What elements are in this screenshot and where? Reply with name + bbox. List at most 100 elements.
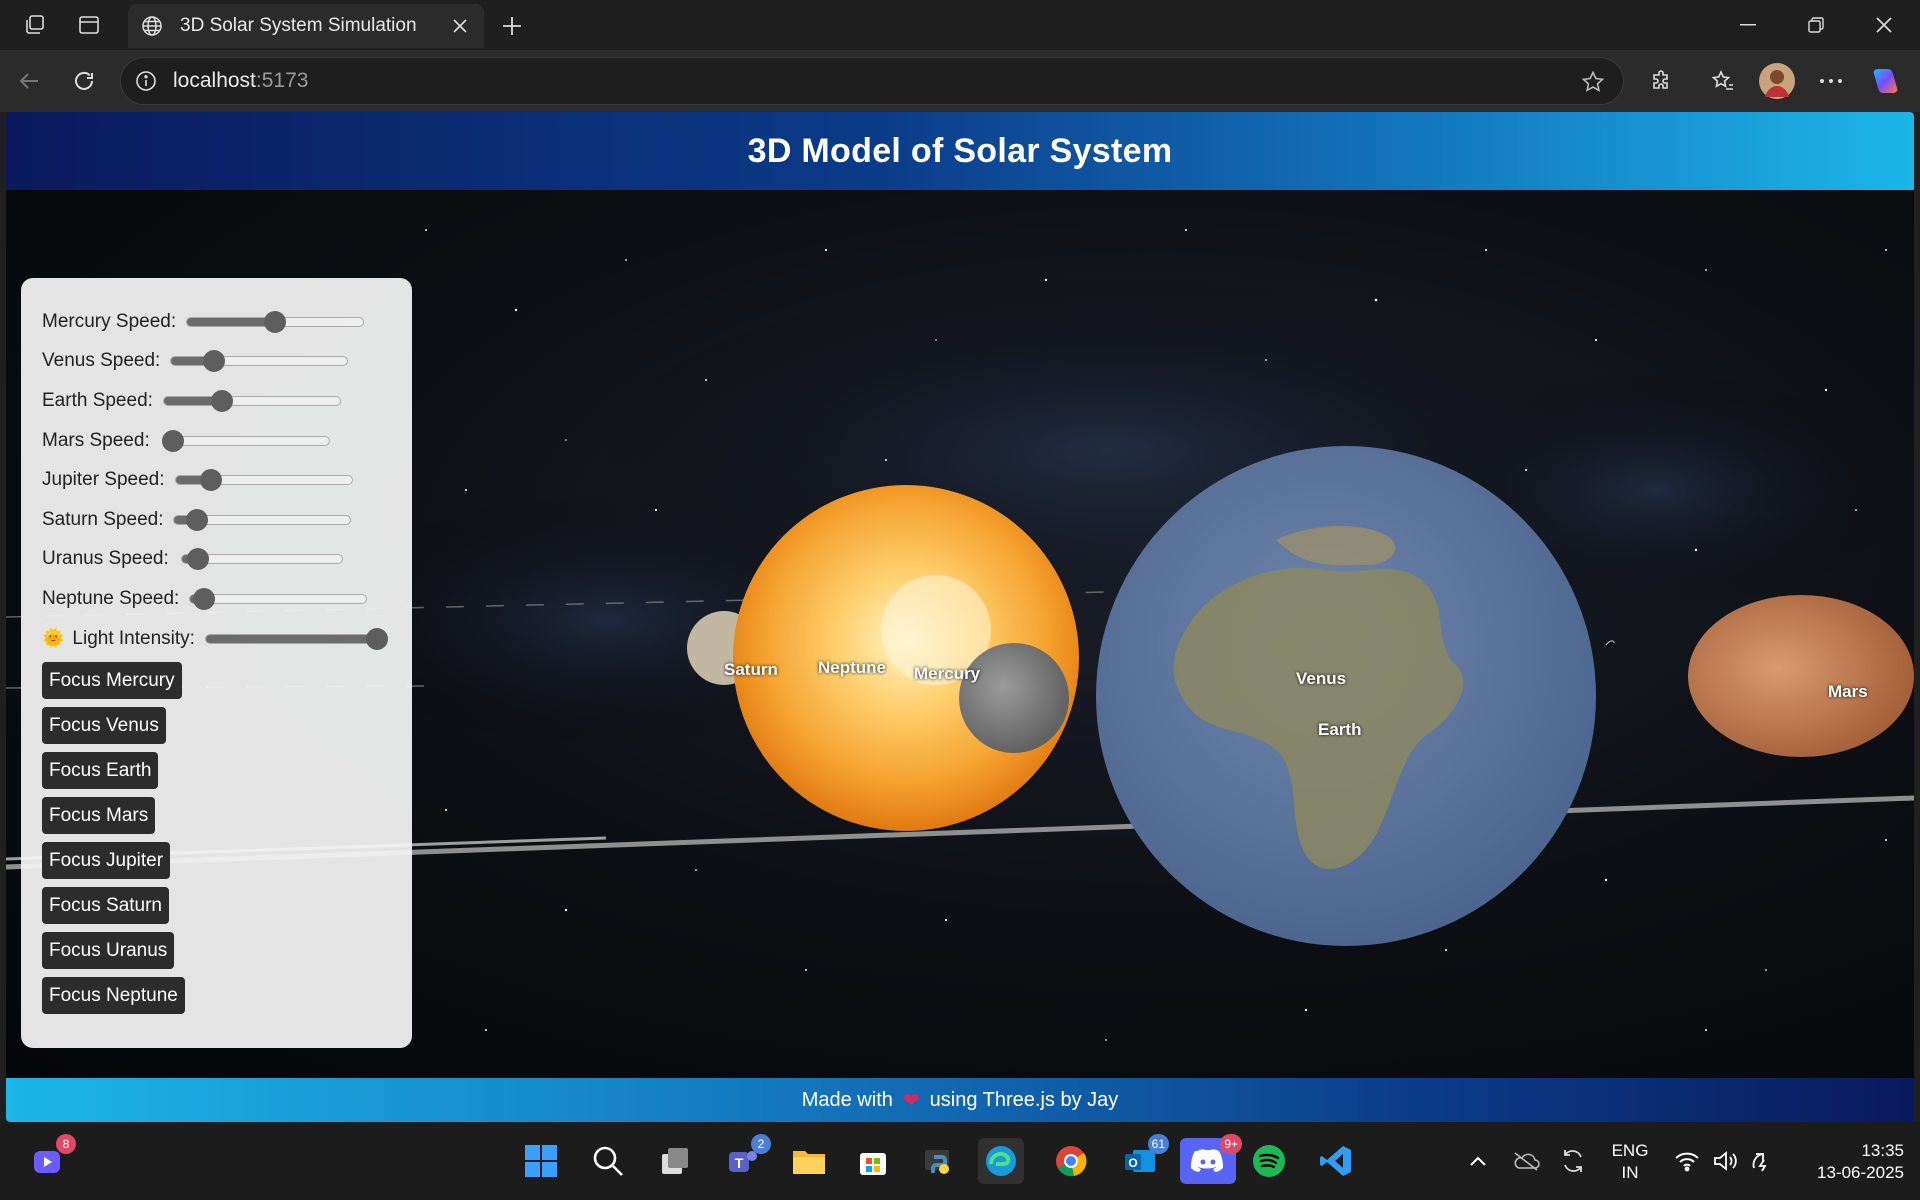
vertical-tabs-icon[interactable]: [74, 10, 104, 40]
browser-tab-bar: 3D Solar System Simulation: [0, 0, 1920, 50]
copilot-icon[interactable]: [1868, 64, 1902, 98]
language-indicator[interactable]: ENG IN: [1608, 1140, 1652, 1184]
task-view-icon[interactable]: [652, 1138, 698, 1184]
focus-neptune-button[interactable]: Focus Neptune: [42, 977, 185, 1015]
slider-track[interactable]: [189, 587, 368, 610]
sync-icon[interactable]: [1550, 1138, 1596, 1184]
slider-label: Neptune Speed:: [42, 587, 180, 609]
profile-avatar[interactable]: [1758, 62, 1796, 100]
slider-thumb[interactable]: [186, 508, 209, 531]
speed-slider-row: 🌞 Light Intensity:: [42, 619, 412, 659]
more-options-icon[interactable]: [1814, 64, 1848, 98]
speed-slider-row: Mercury Speed:: [42, 302, 412, 342]
label-saturn: Saturn: [724, 660, 778, 679]
slider-label: Uranus Speed:: [42, 548, 169, 570]
slider-label: Jupiter Speed:: [42, 469, 165, 491]
slider-thumb[interactable]: [199, 469, 222, 492]
new-tab-icon[interactable]: [496, 10, 528, 42]
heart-icon: ❤: [902, 1089, 920, 1112]
slider-track[interactable]: [170, 350, 349, 373]
restore-icon[interactable]: [1784, 6, 1848, 44]
outlook-badge: 61: [1147, 1134, 1169, 1154]
slider-thumb[interactable]: [211, 389, 233, 412]
clock[interactable]: 13:35 13-06-2025: [1790, 1140, 1904, 1184]
speed-slider-row: Neptune Speed:: [42, 579, 412, 619]
favorite-star-icon[interactable]: [1579, 68, 1607, 96]
focus-earth-button[interactable]: Focus Earth: [42, 752, 159, 790]
back-icon[interactable]: [12, 64, 46, 98]
slider-label: Venus Speed:: [42, 350, 161, 372]
slider-fill: [187, 317, 276, 326]
minimize-icon[interactable]: [1716, 6, 1780, 44]
outlook-icon[interactable]: O 61: [1117, 1134, 1169, 1184]
onedrive-icon[interactable]: [1503, 1138, 1549, 1184]
footer-text-post: using Three.js by Jay: [929, 1088, 1119, 1111]
workspaces-icon[interactable]: [20, 10, 50, 40]
site-info-icon[interactable]: [133, 68, 159, 94]
focus-venus-button[interactable]: Focus Venus: [42, 707, 166, 745]
svg-text:T: T: [735, 1155, 744, 1171]
slider-label: Light Intensity:: [72, 627, 195, 649]
sun-emoji-icon: 🌞: [42, 628, 65, 649]
slider-thumb[interactable]: [264, 310, 287, 333]
focus-uranus-button[interactable]: Focus Uranus: [42, 932, 175, 970]
python-icon[interactable]: [915, 1138, 961, 1184]
close-window-icon[interactable]: [1852, 6, 1916, 44]
focus-mars-button[interactable]: Focus Mars: [42, 797, 156, 835]
discord-icon[interactable]: 9+: [1180, 1134, 1242, 1184]
slider-thumb[interactable]: [161, 429, 184, 452]
slider-track[interactable]: [204, 627, 388, 650]
focus-mercury-button[interactable]: Focus Mercury: [42, 662, 182, 700]
label-mars: Mars: [1828, 682, 1868, 701]
active-tab[interactable]: 3D Solar System Simulation: [128, 4, 484, 48]
refresh-icon[interactable]: [67, 64, 101, 98]
slider-fill: [205, 634, 377, 643]
slider-label: Saturn Speed:: [42, 508, 164, 530]
slider-track[interactable]: [174, 469, 353, 492]
address-bar[interactable]: localhost:5173: [120, 57, 1624, 105]
slider-track[interactable]: [173, 508, 352, 531]
chrome-icon[interactable]: [1048, 1138, 1094, 1184]
slider-thumb[interactable]: [365, 627, 388, 650]
vscode-icon[interactable]: [1313, 1138, 1359, 1184]
show-hidden-icons[interactable]: [1455, 1138, 1501, 1184]
teams-icon[interactable]: T 2: [719, 1134, 771, 1184]
store-icon[interactable]: [850, 1138, 896, 1184]
slider-label: Mercury Speed:: [42, 310, 177, 332]
slider-thumb[interactable]: [186, 548, 209, 571]
start-icon[interactable]: [518, 1138, 564, 1184]
speed-slider-row: Earth Speed:: [42, 381, 412, 421]
close-tab-icon[interactable]: [442, 8, 478, 44]
speed-slider-row: Venus Speed:: [42, 342, 412, 382]
focus-jupiter-button[interactable]: Focus Jupiter: [42, 842, 171, 880]
slider-thumb[interactable]: [193, 587, 216, 610]
slider-thumb[interactable]: [202, 350, 225, 373]
battery-icon[interactable]: [1740, 1138, 1786, 1184]
extensions-icon[interactable]: [1645, 64, 1679, 98]
browser-nav-bar: localhost:5173: [0, 50, 1920, 112]
language-code: ENG: [1611, 1141, 1649, 1160]
file-explorer-icon[interactable]: [786, 1138, 832, 1184]
favorites-icon[interactable]: [1706, 64, 1740, 98]
solar-system-canvas[interactable]: Saturn Neptune Mercury Venus Earth Mars …: [6, 190, 1914, 1078]
spotify-icon[interactable]: [1246, 1138, 1292, 1184]
copilot-app-icon[interactable]: 8: [24, 1134, 76, 1184]
slider-track[interactable]: [161, 429, 330, 452]
url-text: localhost:5173: [173, 69, 309, 92]
label-venus: Venus: [1296, 669, 1347, 688]
search-icon[interactable]: [585, 1138, 631, 1184]
web-page: 3D Model of Solar System Saturn Neptune …: [6, 112, 1914, 1122]
focus-saturn-button[interactable]: Focus Saturn: [42, 887, 169, 925]
slider-track[interactable]: [186, 310, 365, 333]
slider-track[interactable]: [180, 548, 343, 571]
clock-time: 13:35: [1861, 1141, 1904, 1160]
label-neptune: Neptune: [818, 658, 886, 677]
app-footer: Made with ❤ using Three.js by Jay: [6, 1078, 1914, 1122]
edge-icon[interactable]: [978, 1138, 1024, 1184]
copilot-badge: 8: [56, 1134, 76, 1154]
footer-text-pre: Made with: [801, 1088, 893, 1111]
label-earth: Earth: [1318, 720, 1362, 739]
page-title: 3D Model of Solar System: [747, 131, 1173, 170]
label-mercury: Mercury: [914, 664, 981, 683]
slider-track[interactable]: [162, 389, 341, 412]
